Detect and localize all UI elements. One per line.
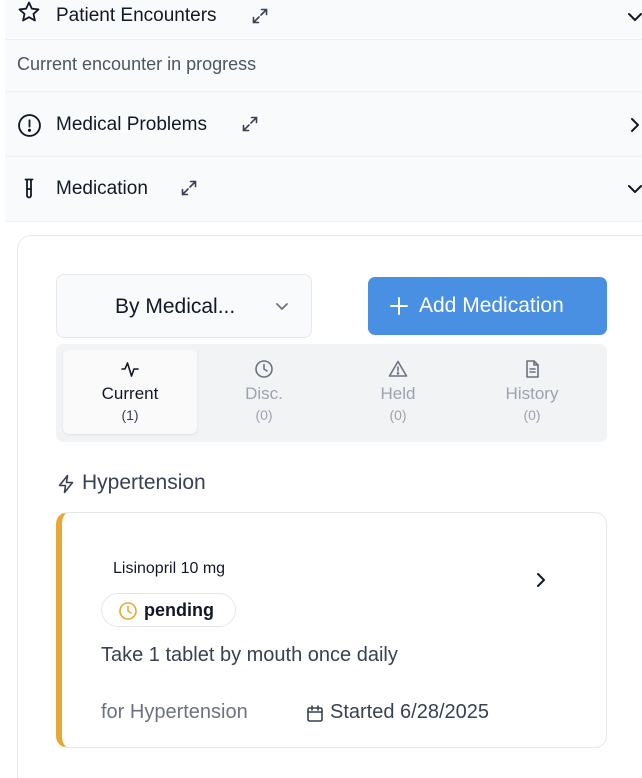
medication-status-tabs: Current (1) Disc. (0) Held (0) History (… [56,344,607,442]
chevron-right-icon[interactable] [625,115,642,135]
calendar-icon [305,704,325,724]
current-encounter-text: Current encounter in progress [17,54,257,74]
chevron-down-icon[interactable] [625,179,642,199]
plus-icon [388,295,410,317]
tab-held[interactable]: Held (0) [331,350,465,434]
chevron-down-icon [273,297,291,315]
tab-label: Held [380,384,416,403]
chevron-down-icon[interactable] [625,7,642,27]
add-medication-button[interactable]: Add Medication [368,277,607,335]
problem-group-title: Hypertension [82,471,206,494]
tab-history[interactable]: History (0) [465,350,599,434]
group-by-value: By Medical... [115,295,236,318]
current-encounter-row[interactable]: Current encounter in progress [5,40,642,92]
medication-name: Lisinopril 10 mg [113,560,226,577]
medication-card[interactable]: Lisinopril 10 mg pending Take 1 tablet b… [56,512,607,748]
clock-icon [254,359,274,379]
medication-indication: for Hypertension [101,701,248,723]
status-badge: pending [101,593,236,627]
tab-discontinued[interactable]: Disc. (0) [197,350,331,434]
chevron-right-icon[interactable] [532,571,550,589]
expand-icon[interactable] [251,7,269,25]
tab-current[interactable]: Current (1) [63,350,197,434]
group-by-select[interactable]: By Medical... [56,274,312,338]
alert-circle-icon [17,113,42,138]
accordion-title: Medication [56,178,148,199]
medication-start-date: Started 6/28/2025 [330,701,490,723]
document-icon [522,359,542,379]
tab-count: (1) [121,407,139,423]
status-label: pending [144,600,214,620]
accordion-title: Medical Problems [56,114,207,135]
clock-icon [118,601,138,621]
accordion-patient-encounters[interactable]: Patient Encounters [5,0,642,40]
accordion-medication[interactable]: Medication [5,157,642,222]
lightning-icon [56,474,76,494]
star-icon [17,0,41,24]
test-tube-icon [17,177,41,202]
add-medication-label: Add Medication [419,294,564,317]
expand-icon[interactable] [180,179,198,197]
tab-count: (0) [389,407,407,423]
accordion-medical-problems[interactable]: Medical Problems [5,92,642,157]
activity-icon [120,359,140,379]
accordion-title: Patient Encounters [56,5,217,26]
medication-sig: Take 1 tablet by mouth once daily [101,644,398,666]
tab-label: History [505,384,559,403]
warning-icon [388,359,408,379]
tab-label: Disc. [245,384,283,403]
tab-label: Current [101,384,159,403]
tab-count: (0) [255,407,273,423]
expand-icon[interactable] [241,115,259,133]
tab-count: (0) [523,407,541,423]
